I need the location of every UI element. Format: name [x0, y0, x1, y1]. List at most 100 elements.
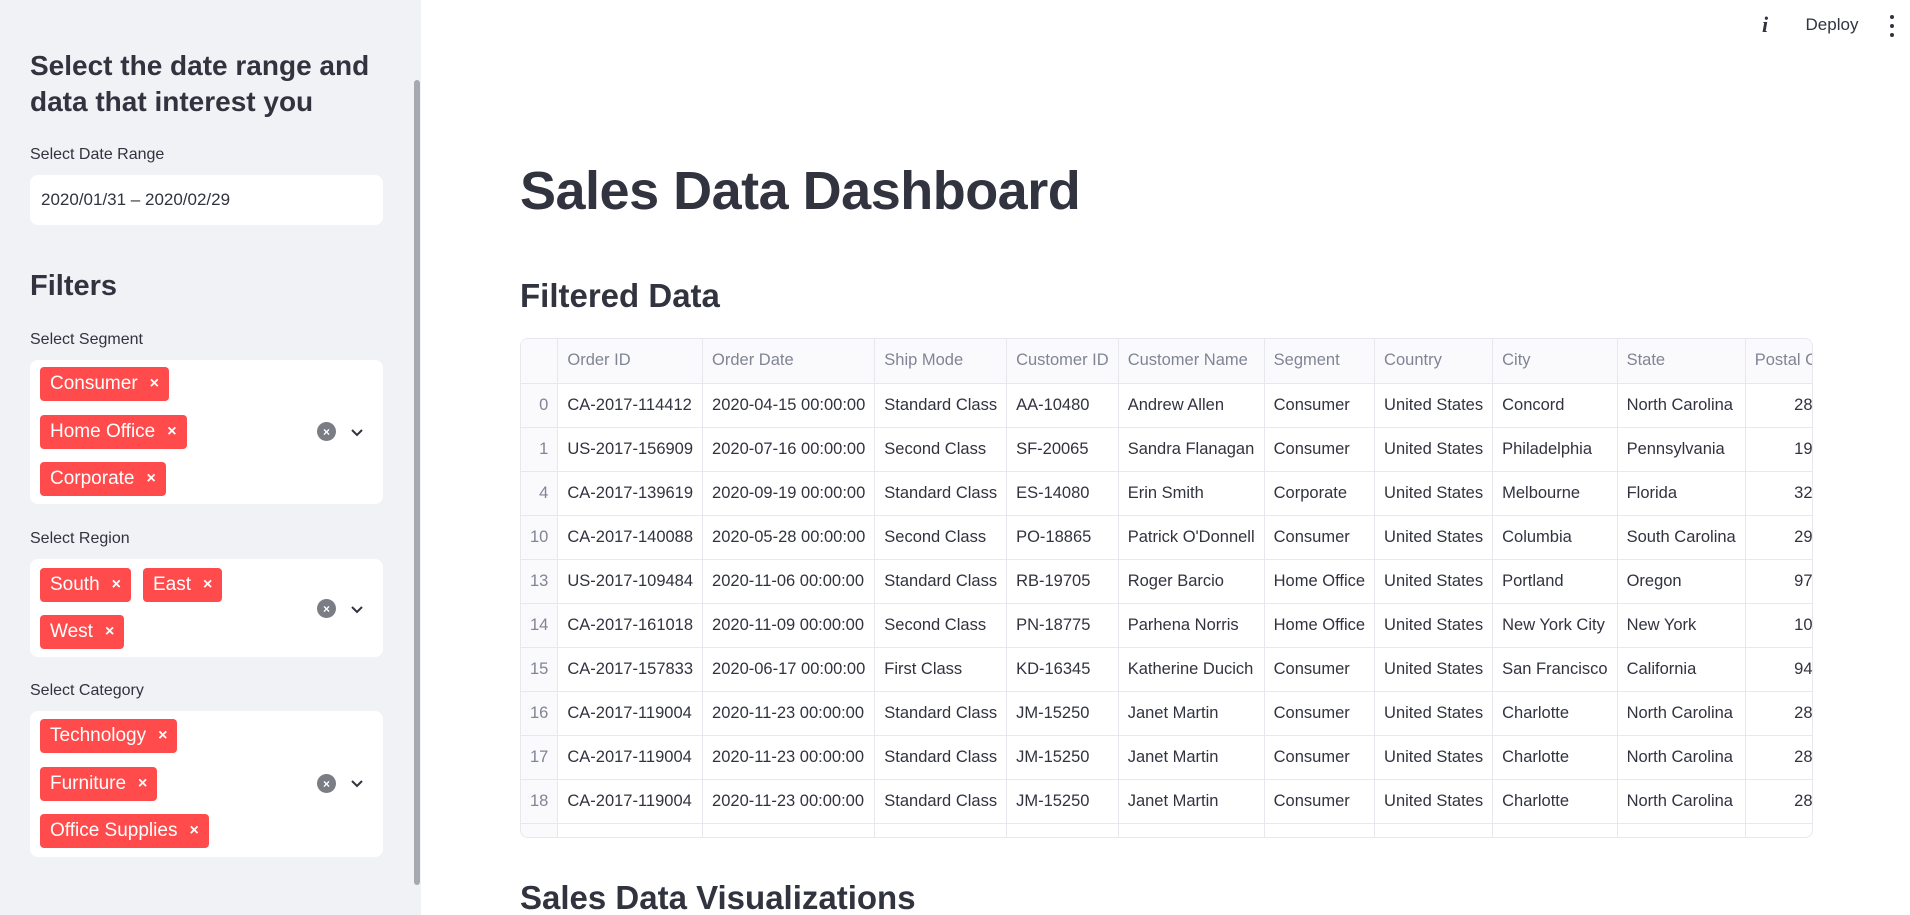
column-header[interactable]: Order ID — [557, 339, 704, 384]
table-cell[interactable]: Consumer — [1264, 647, 1376, 692]
table-cell[interactable]: 28,205 — [1745, 735, 1812, 780]
table-cell[interactable]: San Francisco — [1492, 647, 1618, 692]
table-cell[interactable]: CA-2017-139619 — [557, 471, 704, 516]
table-cell[interactable]: Janet Martin — [1118, 779, 1265, 824]
table-cell[interactable]: 28,205 — [1745, 691, 1812, 736]
table-cell[interactable]: Melbourne — [1492, 471, 1618, 516]
table-cell[interactable]: Charlotte — [1492, 779, 1618, 824]
table-cell[interactable]: JM-15250 — [1006, 735, 1119, 780]
table-cell[interactable]: CA-2017-140088 — [557, 515, 704, 560]
table-cell[interactable]: 94,122 — [1745, 647, 1812, 692]
table-row[interactable]: 13 US-2017-109484 2020-11-06 00:00:00 Stand… — [521, 559, 1812, 604]
table-cell[interactable]: Charlotte — [1492, 735, 1618, 780]
table-cell[interactable]: CA-2017-119004 — [557, 779, 704, 824]
table-cell[interactable]: 2020-11-23 00:00:00 — [702, 735, 876, 780]
table-cell[interactable]: KD-16345 — [1006, 647, 1119, 692]
table-cell[interactable]: North Carolina — [1617, 779, 1746, 824]
table-cell[interactable]: CA-2017-114412 — [557, 383, 704, 428]
column-header[interactable]: Postal Code — [1745, 339, 1812, 384]
table-cell[interactable]: Roger Barcio — [1118, 559, 1265, 604]
table-cell[interactable]: PN-18775 — [1006, 603, 1119, 648]
table-cell[interactable]: 2020-09-19 00:00:00 — [702, 471, 876, 516]
table-cell[interactable]: United States — [1374, 383, 1494, 428]
table-cell[interactable]: JM-15250 — [1006, 779, 1119, 824]
table-cell[interactable]: Standard Class — [874, 471, 1008, 516]
segment-multiselect[interactable]: Consumer × Home Office × Corporate × × — [30, 360, 383, 504]
table-cell[interactable]: JM-15250 — [1006, 691, 1119, 736]
table-cell[interactable]: California — [1617, 647, 1746, 692]
table-cell[interactable]: CA-2017-119004 — [557, 735, 704, 780]
table-cell[interactable]: Standard Class — [874, 779, 1008, 824]
table-cell[interactable]: Consumer — [1264, 779, 1376, 824]
table-cell[interactable]: North Carolina — [1617, 735, 1746, 780]
table-cell[interactable]: 28,205 — [1745, 779, 1812, 824]
table-cell[interactable]: 2020-04-15 00:00:00 — [702, 383, 876, 428]
data-table[interactable]: Order ID Order Date Ship Mode Customer I… — [520, 338, 1813, 838]
date-range-input[interactable]: 2020/01/31 – 2020/02/29 — [30, 175, 383, 225]
table-cell[interactable]: Consumer — [1264, 383, 1376, 428]
kebab-menu-icon[interactable] — [1886, 15, 1898, 37]
table-cell[interactable]: ES-14080 — [1006, 471, 1119, 516]
table-cell[interactable]: Philadelphia — [1492, 427, 1618, 472]
table-cell[interactable]: Patrick O'Donnell — [1118, 515, 1265, 560]
table-cell[interactable]: North Carolina — [1617, 383, 1746, 428]
table-row[interactable]: 18 CA-2017-119004 2020-11-23 00:00:00 Stand… — [521, 779, 1812, 824]
close-icon[interactable]: × — [203, 568, 212, 602]
table-cell[interactable]: 28,027 — [1745, 383, 1812, 428]
table-row[interactable]: 1 US-2017-156909 2020-07-16 00:00:00 Second… — [521, 427, 1812, 472]
table-cell[interactable]: Oregon — [1617, 559, 1746, 604]
table-cell[interactable]: RB-19705 — [1006, 559, 1119, 604]
deploy-button[interactable]: Deploy — [1794, 10, 1870, 40]
table-cell[interactable]: Consumer — [1264, 735, 1376, 780]
table-cell[interactable]: Portland — [1492, 559, 1618, 604]
table-cell[interactable]: Pennsylvania — [1617, 427, 1746, 472]
table-cell[interactable]: AA-10480 — [1006, 383, 1119, 428]
table-cell[interactable]: Consumer — [1264, 691, 1376, 736]
table-cell[interactable]: Second Class — [874, 427, 1008, 472]
table-cell[interactable]: Parhena Norris — [1118, 603, 1265, 648]
close-icon[interactable]: × — [189, 814, 198, 848]
table-cell[interactable]: CA-2017-161018 — [557, 603, 704, 648]
table-cell[interactable]: Andrew Allen — [1118, 383, 1265, 428]
table-cell[interactable]: Charlotte — [1492, 691, 1618, 736]
table-cell[interactable]: CA-2017-157833 — [557, 647, 704, 692]
table-cell[interactable]: United States — [1374, 691, 1494, 736]
sidebar-scrollbar[interactable] — [414, 80, 420, 885]
column-header[interactable]: State — [1617, 339, 1746, 384]
table-cell[interactable]: 97,206 — [1745, 559, 1812, 604]
table-cell[interactable]: Sandra Flanagan — [1118, 427, 1265, 472]
table-cell[interactable]: United States — [1374, 779, 1494, 824]
table-cell[interactable]: Erin Smith — [1118, 471, 1265, 516]
column-header[interactable]: Ship Mode — [874, 339, 1008, 384]
table-cell[interactable]: SF-20065 — [1006, 427, 1119, 472]
table-row[interactable]: 17 CA-2017-119004 2020-11-23 00:00:00 Stand… — [521, 735, 1812, 780]
table-row[interactable]: 10 CA-2017-140088 2020-05-28 00:00:00 Secon… — [521, 515, 1812, 560]
chevron-down-icon[interactable] — [349, 601, 365, 617]
table-row[interactable]: 14 CA-2017-161018 2020-11-09 00:00:00 Secon… — [521, 603, 1812, 648]
column-header[interactable]: Segment — [1264, 339, 1376, 384]
clear-all-icon[interactable]: × — [317, 422, 336, 441]
table-cell[interactable]: Corporate — [1264, 471, 1376, 516]
close-icon[interactable]: × — [150, 367, 159, 401]
close-icon[interactable]: × — [105, 615, 114, 649]
info-icon[interactable]: i — [1756, 12, 1774, 38]
table-cell[interactable]: 19,140 — [1745, 427, 1812, 472]
table-cell[interactable]: United States — [1374, 559, 1494, 604]
table-cell[interactable]: South Carolina — [1617, 515, 1746, 560]
table-cell[interactable]: United States — [1374, 471, 1494, 516]
clear-all-icon[interactable]: × — [317, 774, 336, 793]
table-cell[interactable]: 2020-11-23 00:00:00 — [702, 779, 876, 824]
column-header[interactable]: Customer Name — [1118, 339, 1265, 384]
table-row[interactable]: 16 CA-2017-119004 2020-11-23 00:00:00 Stand… — [521, 691, 1812, 736]
column-header[interactable]: Customer ID — [1006, 339, 1119, 384]
table-cell[interactable]: Standard Class — [874, 383, 1008, 428]
close-icon[interactable]: × — [147, 462, 156, 496]
close-icon[interactable]: × — [158, 719, 167, 753]
table-cell[interactable]: United States — [1374, 735, 1494, 780]
table-cell[interactable]: 2020-05-28 00:00:00 — [702, 515, 876, 560]
table-cell[interactable]: 2020-06-17 00:00:00 — [702, 647, 876, 692]
column-header[interactable]: City — [1492, 339, 1618, 384]
table-cell[interactable]: 2020-07-16 00:00:00 — [702, 427, 876, 472]
table-cell[interactable]: 2020-11-23 00:00:00 — [702, 691, 876, 736]
table-cell[interactable]: Second Class — [874, 603, 1008, 648]
